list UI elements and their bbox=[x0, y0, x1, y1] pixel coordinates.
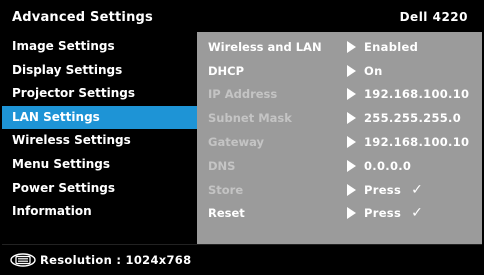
check-icon: ✓ bbox=[411, 205, 423, 222]
check-icon: ✓ bbox=[411, 181, 423, 198]
monitor-icon bbox=[10, 252, 36, 267]
setting-value: Press ✓ bbox=[347, 206, 423, 220]
settings-menu: Image Settings Display Settings Projecto… bbox=[2, 32, 197, 244]
right-arrow-icon bbox=[347, 159, 356, 172]
menu-item-lan-settings[interactable]: LAN Settings bbox=[2, 105, 197, 130]
setting-label: IP Address bbox=[208, 87, 278, 102]
setting-row-dhcp[interactable]: DHCP On bbox=[197, 59, 482, 83]
setting-value-text: Press bbox=[364, 206, 402, 221]
setting-value: 255.255.255.0 bbox=[347, 111, 461, 125]
setting-label: DNS bbox=[208, 158, 236, 173]
setting-value: On bbox=[347, 64, 383, 78]
menu-item-image-settings[interactable]: Image Settings bbox=[2, 35, 197, 59]
menu-item-projector-settings[interactable]: Projector Settings bbox=[2, 82, 197, 106]
setting-row-dns: DNS 0.0.0.0 bbox=[197, 154, 482, 178]
menu-item-display-settings[interactable]: Display Settings bbox=[2, 59, 197, 83]
setting-label: Subnet Mask bbox=[208, 111, 292, 126]
setting-row-ip-address: IP Address 192.168.100.10 bbox=[197, 83, 482, 107]
osd-header: Advanced Settings Dell 4220 bbox=[2, 2, 482, 32]
right-arrow-icon bbox=[347, 207, 356, 220]
setting-label: Wireless and LAN bbox=[208, 39, 322, 54]
right-arrow-icon bbox=[347, 183, 356, 196]
setting-row-subnet-mask: Subnet Mask 255.255.255.0 bbox=[197, 106, 482, 130]
menu-item-label: Power Settings bbox=[12, 180, 116, 195]
osd-body: Image Settings Display Settings Projecto… bbox=[2, 32, 482, 244]
menu-item-label: Information bbox=[12, 204, 92, 219]
setting-value-text: Press bbox=[364, 182, 402, 197]
setting-value: 192.168.100.10 bbox=[347, 135, 469, 149]
setting-value-text: 255.255.255.0 bbox=[364, 111, 462, 126]
menu-item-label: Image Settings bbox=[12, 39, 115, 53]
right-arrow-icon bbox=[347, 64, 356, 77]
menu-item-label: Wireless Settings bbox=[12, 133, 131, 148]
menu-item-label: Menu Settings bbox=[12, 156, 110, 171]
menu-item-label: Projector Settings bbox=[12, 86, 136, 101]
setting-label: Reset bbox=[208, 206, 245, 221]
setting-row-store: Store Press ✓ bbox=[197, 178, 482, 202]
menu-title: Advanced Settings bbox=[12, 9, 153, 25]
setting-value: 0.0.0.0 bbox=[347, 159, 411, 173]
setting-value-text: 192.168.100.10 bbox=[364, 135, 470, 150]
setting-value-text: 0.0.0.0 bbox=[364, 158, 412, 173]
menu-item-label: Display Settings bbox=[12, 62, 123, 77]
setting-value-text: Enabled bbox=[364, 39, 419, 54]
resolution-label: Resolution : 1024x768 bbox=[40, 252, 192, 267]
setting-value: Enabled bbox=[347, 40, 418, 54]
osd-window: Advanced Settings Dell 4220 Image Settin… bbox=[0, 0, 484, 275]
setting-label: Store bbox=[208, 182, 244, 197]
menu-item-power-settings[interactable]: Power Settings bbox=[2, 177, 197, 201]
status-bar: Resolution : 1024x768 bbox=[2, 244, 482, 274]
right-arrow-icon bbox=[347, 136, 356, 149]
menu-item-label: LAN Settings bbox=[12, 109, 100, 124]
lan-settings-panel: Wireless and LAN Enabled DHCP On IP Addr… bbox=[197, 32, 482, 244]
menu-item-menu-settings[interactable]: Menu Settings bbox=[2, 153, 197, 177]
setting-value-text: On bbox=[364, 63, 383, 78]
right-arrow-icon bbox=[347, 40, 356, 53]
setting-value-text: 192.168.100.10 bbox=[364, 87, 470, 102]
setting-label: DHCP bbox=[208, 63, 245, 78]
right-arrow-icon bbox=[347, 88, 356, 101]
menu-item-information[interactable]: Information bbox=[2, 200, 197, 224]
setting-row-wireless-and-lan[interactable]: Wireless and LAN Enabled bbox=[197, 35, 482, 59]
setting-row-gateway: Gateway 192.168.100.10 bbox=[197, 130, 482, 154]
setting-label: Gateway bbox=[208, 135, 265, 150]
right-arrow-icon bbox=[347, 112, 356, 125]
model-name: Dell 4220 bbox=[399, 10, 468, 24]
menu-item-wireless-settings[interactable]: Wireless Settings bbox=[2, 129, 197, 153]
setting-value: 192.168.100.10 bbox=[347, 87, 469, 101]
setting-row-reset[interactable]: Reset Press ✓ bbox=[197, 202, 482, 226]
setting-value: Press ✓ bbox=[347, 183, 423, 197]
